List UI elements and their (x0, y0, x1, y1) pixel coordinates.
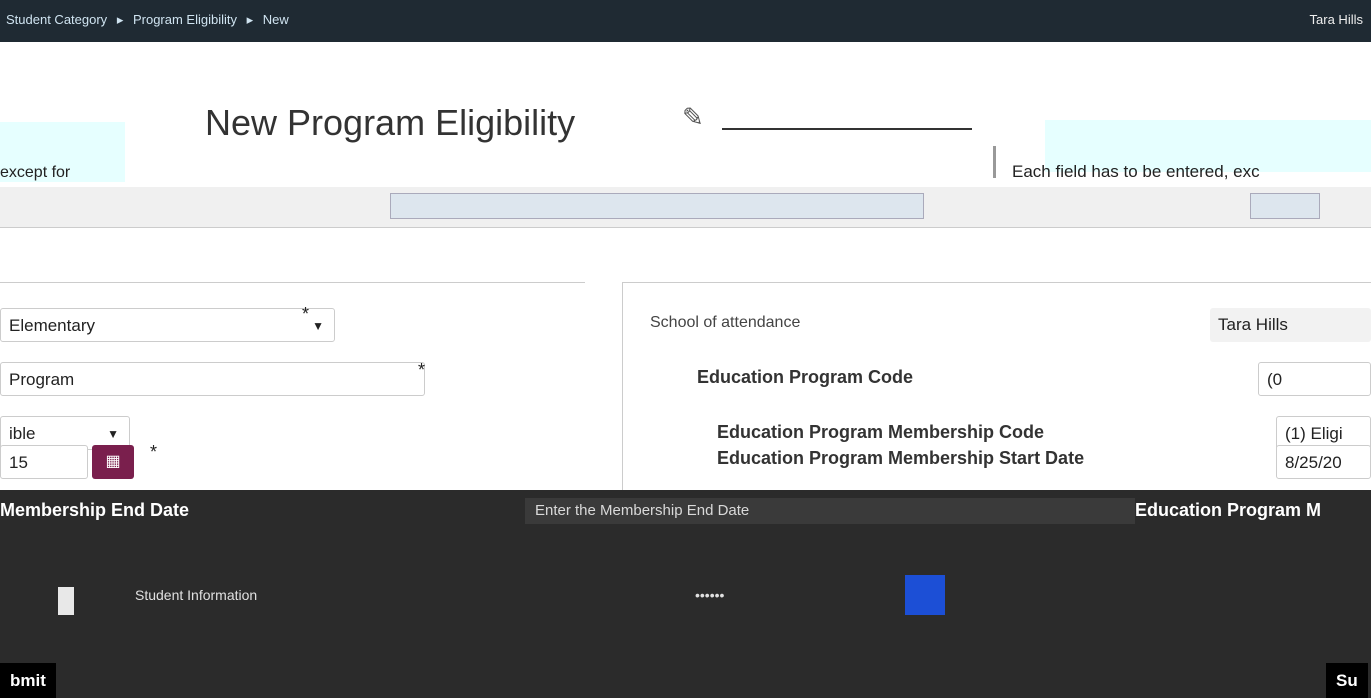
submit-button-left[interactable]: bmit (0, 663, 56, 698)
school-label: School of attendance (650, 314, 801, 331)
masked-value: •••••• (695, 587, 725, 603)
program-code-label: Education Program Code (697, 367, 914, 387)
except-text: except for (0, 164, 71, 181)
accent-block (905, 575, 945, 615)
main-page: New Program Eligibility ✎ except for Eac… (0, 42, 1371, 490)
required-marker: * (150, 442, 158, 462)
submit-button-right[interactable]: Su (1326, 663, 1368, 698)
page-title: New Program Eligibility (205, 102, 576, 143)
school-value: Tara Hills (1210, 308, 1371, 342)
chevron-down-icon: ▼ (312, 319, 324, 333)
toolbar-band (0, 187, 1371, 228)
breadcrumb: Student Category ▸ Program Eligibility ▸… (6, 12, 289, 27)
program-code-field[interactable]: (0 (1258, 362, 1371, 396)
notice-divider (993, 146, 996, 178)
membership-start-field[interactable]: 8/25/20 (1276, 445, 1371, 479)
start-date-input[interactable]: 15 (0, 445, 88, 479)
bottom-overlay: Membership End Date Enter the Membership… (0, 490, 1371, 698)
calendar-icon: ▦ (105, 453, 121, 470)
top-nav-bar: Student Category ▸ Program Eligibility ▸… (0, 0, 1371, 42)
program-input[interactable]: Program (0, 362, 425, 396)
membership-code-label: Education Program Membership Code (717, 422, 1045, 442)
title-divider (722, 128, 972, 130)
required-marker: * (418, 360, 426, 380)
breadcrumb-item-new[interactable]: New (263, 12, 289, 27)
breadcrumb-item-category[interactable]: Student Category (6, 12, 107, 27)
toolbar-button-right[interactable] (1250, 193, 1320, 219)
edit-icon[interactable]: ✎ (682, 102, 704, 133)
school-select[interactable]: Elementary ▼ (0, 308, 335, 342)
membership-end-label: Membership End Date (0, 500, 190, 520)
membership-start-label: Education Program Membership Start Date (717, 448, 1085, 468)
student-info-text: Student Information (135, 587, 258, 603)
notice-text: Each field has to be entered, exc (1012, 162, 1260, 181)
scroll-chip (58, 587, 74, 615)
topbar-school: Tara Hills (1309, 12, 1363, 27)
breadcrumb-item-eligibility[interactable]: Program Eligibility (133, 12, 237, 27)
required-marker: * (302, 304, 310, 324)
highlight-tooltip: Enter the Membership End Date (525, 498, 1135, 524)
edu-program-label: Education Program M (1135, 500, 1322, 520)
calendar-button[interactable]: ▦ (92, 445, 134, 479)
toolbar-button-main[interactable] (390, 193, 924, 219)
